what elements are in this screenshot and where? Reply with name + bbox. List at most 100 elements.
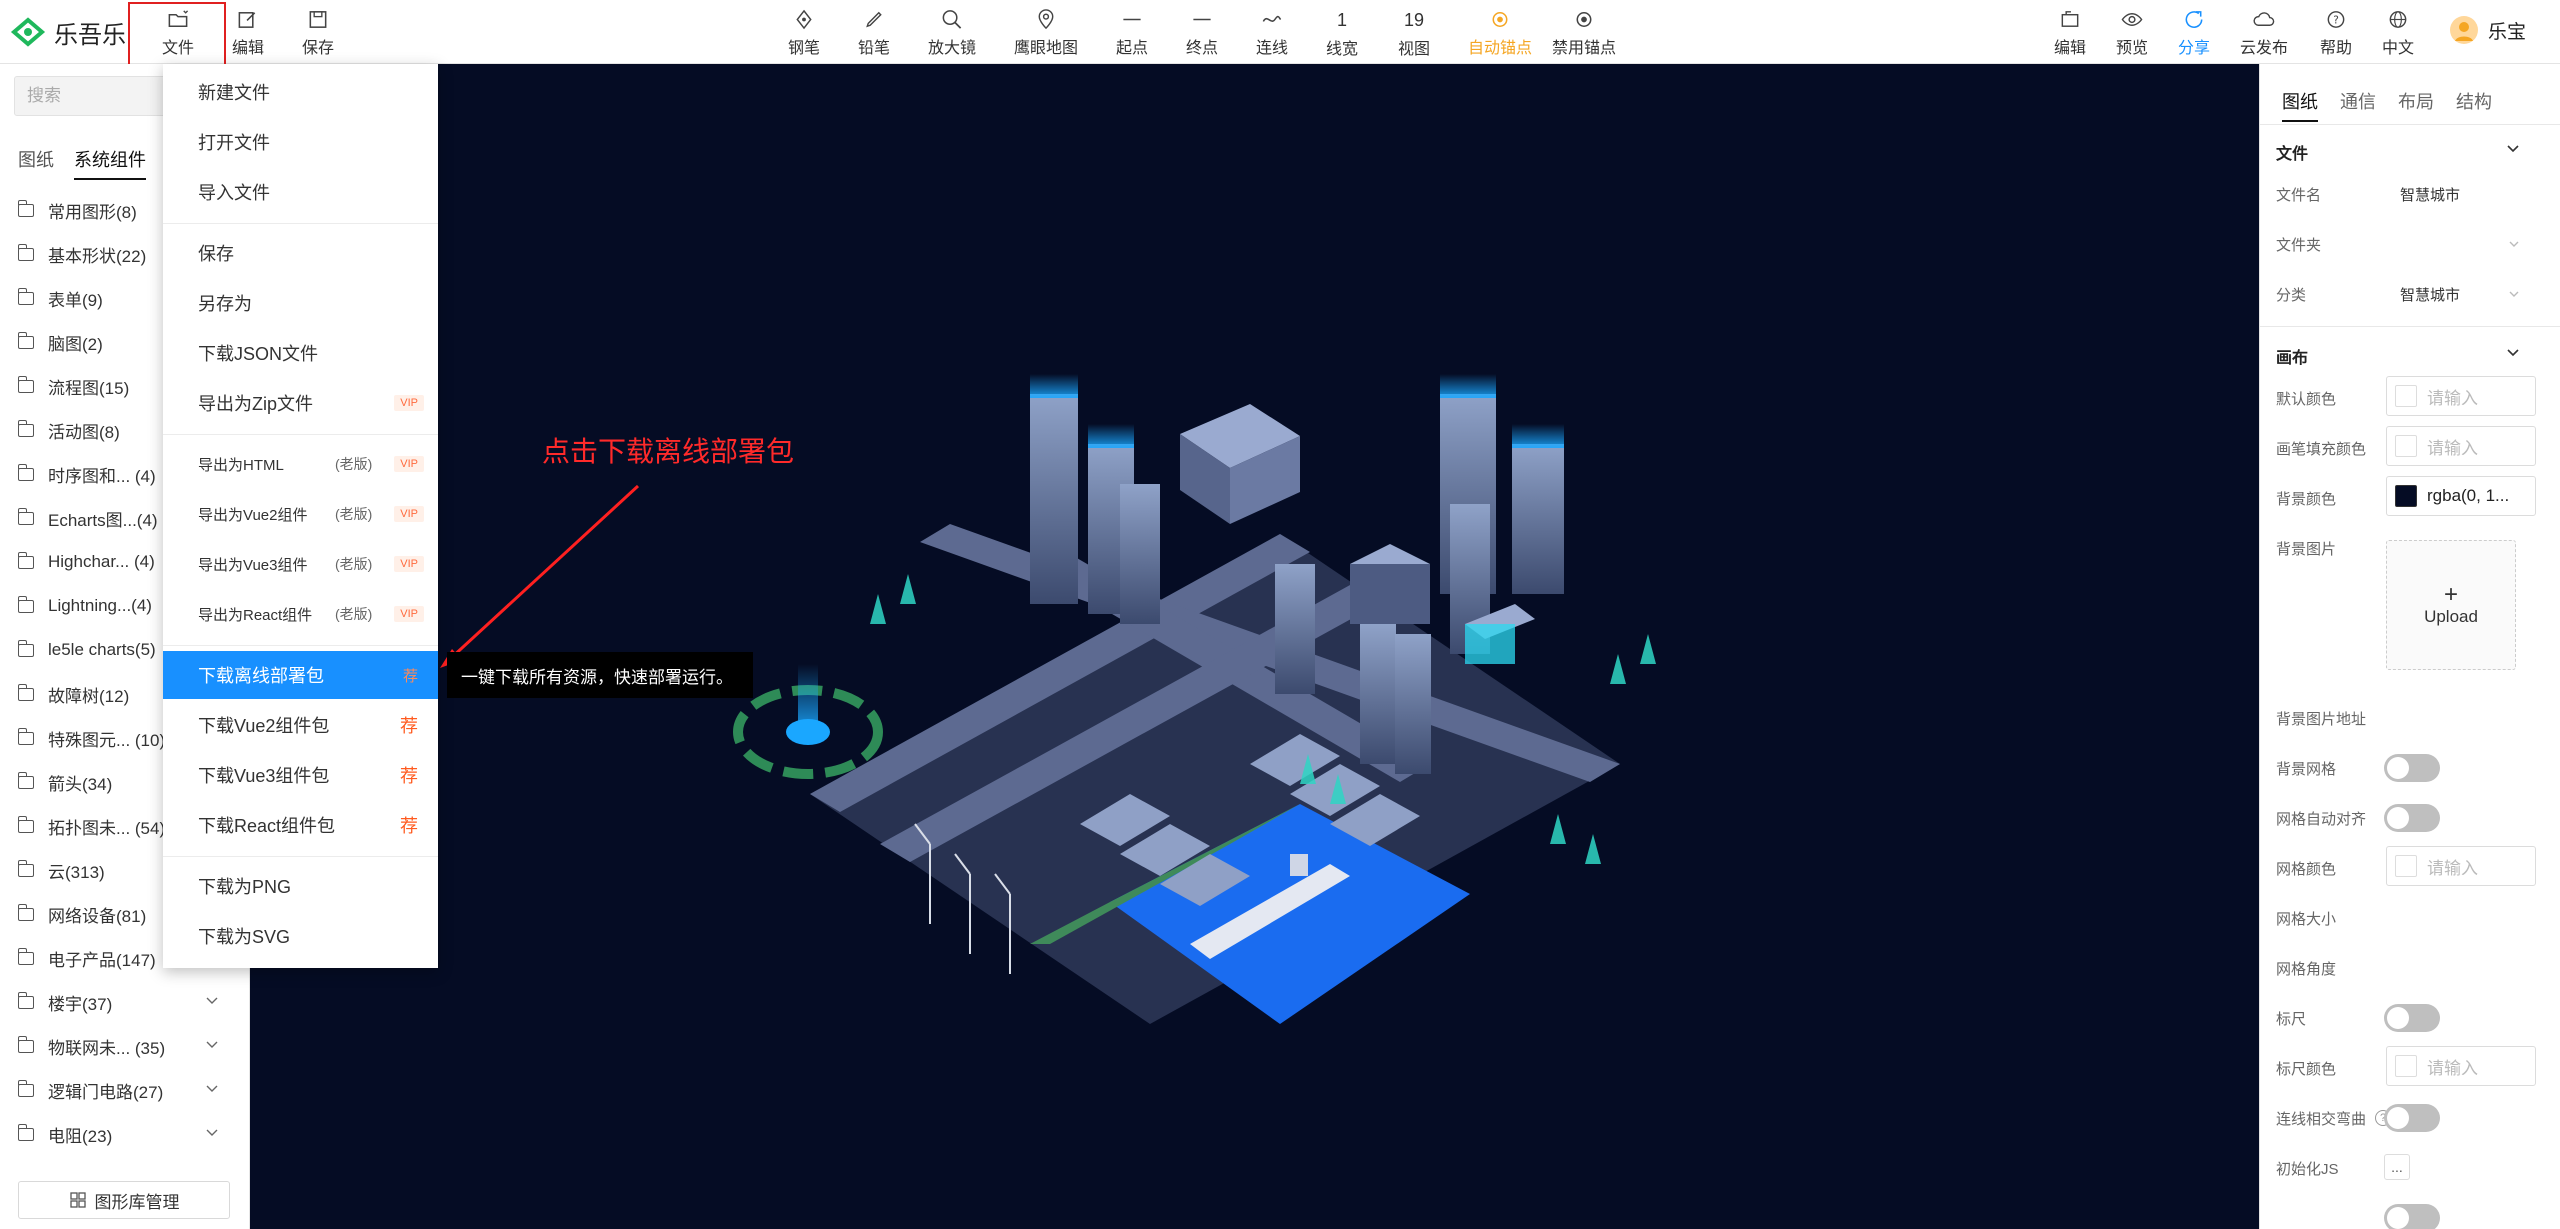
file-menu-item[interactable]: 导入文件	[163, 168, 438, 216]
default-color-input[interactable]: 请输入	[2386, 376, 2536, 416]
line-start-button[interactable]: 起点	[1100, 8, 1164, 58]
file-menu-item[interactable]: 导出为Vue3组件 (老版) VIP	[163, 540, 438, 588]
file-menu-item[interactable]: 下载离线部署包荐	[163, 651, 438, 699]
category-select-chevron-icon[interactable]	[2508, 288, 2520, 300]
folder-icon	[17, 287, 34, 305]
anchor-icon	[1492, 12, 1508, 27]
preview-button[interactable]: 预览	[2100, 8, 2164, 58]
file-menu-item[interactable]: 新建文件	[163, 68, 438, 116]
file-menu-item[interactable]: 导出为React组件 (老版) VIP	[163, 590, 438, 638]
filename-label: 文件名	[2276, 187, 2322, 204]
edit-mode-button[interactable]: 编辑	[2038, 8, 2102, 58]
tab-system-components[interactable]: 系统组件	[74, 146, 146, 180]
folder-icon	[17, 419, 34, 437]
drawing-canvas[interactable]: 点击下载离线部署包	[250, 64, 2259, 1229]
folder-icon	[17, 463, 34, 481]
bg-grid-toggle[interactable]	[2384, 754, 2440, 782]
minimap-button[interactable]: 鹰眼地图	[1014, 8, 1078, 58]
bg-color-label: 背景颜色	[2276, 491, 2337, 508]
file-menu-item[interactable]: 下载JSON文件	[163, 329, 438, 377]
file-menu-item[interactable]: 打开文件	[163, 118, 438, 166]
grid-size-label: 网格大小	[2276, 911, 2337, 928]
magnifier-icon	[942, 10, 962, 29]
edit-button[interactable]: 编辑	[216, 8, 280, 58]
tab-drawing[interactable]: 图纸	[2282, 88, 2318, 122]
help-icon: ?	[2327, 11, 2345, 28]
chevron-down-icon[interactable]	[206, 1126, 218, 1138]
save-button[interactable]: 保存	[286, 8, 350, 58]
folder-icon	[17, 991, 34, 1009]
file-menu-item[interactable]: 下载为PNG	[163, 862, 438, 910]
bg-image-upload[interactable]: + Upload	[2386, 540, 2516, 670]
tab-communication[interactable]: 通信	[2340, 88, 2376, 122]
file-menu-item[interactable]: 下载Vue2组件包荐	[163, 701, 438, 749]
file-section-title[interactable]: 文件	[2276, 140, 2308, 164]
pencil-icon	[866, 11, 882, 28]
pencil-tool-button[interactable]: 铅笔	[842, 8, 906, 58]
category-item[interactable]: 楼宇(37)	[0, 980, 250, 1024]
bg-color-input[interactable]: rgba(0, 1...	[2386, 476, 2536, 516]
chevron-down-icon[interactable]	[2506, 142, 2520, 156]
chevron-down-icon[interactable]	[206, 994, 218, 1006]
line-width-button[interactable]: 1 线宽	[1310, 8, 1374, 58]
file-menu-item[interactable]: 另存为	[163, 279, 438, 327]
file-menu-item[interactable]: 下载Vue3组件包荐	[163, 751, 438, 799]
share-button[interactable]: 分享	[2162, 8, 2226, 58]
file-menu-item[interactable]: 导出为Vue2组件 (老版) VIP	[163, 490, 438, 538]
canvas-section-title[interactable]: 画布	[2276, 344, 2308, 368]
category-item[interactable]: 电阻(23)	[0, 1112, 250, 1156]
file-menu-item[interactable]: 下载为SVG	[163, 912, 438, 960]
pen-fill-color-input[interactable]: 请输入	[2386, 426, 2536, 466]
chevron-down-icon[interactable]	[206, 1038, 218, 1050]
folder-icon	[17, 331, 34, 349]
language-button[interactable]: 中文	[2366, 8, 2430, 58]
save-icon	[309, 11, 327, 28]
folder-select-chevron-icon[interactable]	[2508, 238, 2520, 250]
category-select[interactable]: 智慧城市	[2400, 284, 2460, 305]
app-logo[interactable]: 乐吾乐	[10, 14, 126, 50]
edit-icon	[238, 12, 256, 28]
magnifier-button[interactable]: 放大镜	[920, 8, 984, 58]
ruler-color-input[interactable]: 请输入	[2386, 1046, 2536, 1086]
extra-toggle[interactable]	[2384, 1204, 2440, 1229]
file-menu-item[interactable]: 保存	[163, 229, 438, 277]
category-item[interactable]: 物联网未... (35)	[0, 1024, 250, 1068]
default-color-label: 默认颜色	[2276, 391, 2337, 408]
line-cross-toggle[interactable]	[2384, 1104, 2440, 1132]
init-js-edit-button[interactable]: ...	[2384, 1154, 2410, 1180]
file-button[interactable]: 文件	[146, 8, 210, 58]
tab-layout[interactable]: 布局	[2398, 88, 2434, 122]
library-manage-button[interactable]: 图形库管理	[18, 1181, 230, 1219]
tab-structure[interactable]: 结构	[2456, 88, 2492, 122]
line-end-button[interactable]: 终点	[1170, 8, 1234, 58]
user-menu[interactable]: 乐宝	[2450, 16, 2526, 44]
folder-icon	[17, 903, 34, 921]
vip-badge: VIP	[394, 395, 424, 411]
file-menu-item[interactable]: 导出为HTML (老版) VIP	[163, 440, 438, 488]
filename-input[interactable]: 智慧城市	[2400, 184, 2460, 205]
recommend-mark: 荐	[400, 766, 418, 786]
line-width-value: 1	[1336, 10, 1347, 30]
view-zoom-button[interactable]: 19 视图	[1382, 8, 1446, 58]
chevron-down-icon[interactable]	[206, 1082, 218, 1094]
folder-icon	[17, 683, 34, 701]
cloud-publish-button[interactable]: 云发布	[2232, 8, 2296, 58]
vip-badge: VIP	[394, 456, 424, 472]
file-menu-item[interactable]: 下载React组件包荐	[163, 801, 438, 849]
grid-color-input[interactable]: 请输入	[2386, 846, 2536, 886]
disable-anchor-button[interactable]: 禁用锚点	[1552, 8, 1616, 58]
folder-icon	[17, 1035, 34, 1053]
grid-snap-toggle[interactable]	[2384, 804, 2440, 832]
logo-icon	[10, 17, 46, 47]
ruler-toggle[interactable]	[2384, 1004, 2440, 1032]
chevron-down-icon[interactable]	[2506, 346, 2520, 360]
folder-label: 文件夹	[2276, 237, 2322, 254]
auto-anchor-button[interactable]: 自动锚点	[1468, 8, 1532, 58]
pen-tool-button[interactable]: 钢笔	[772, 8, 836, 58]
category-item[interactable]: 逻辑门电路(27)	[0, 1068, 250, 1112]
folder-icon	[17, 375, 34, 393]
tab-drawings[interactable]: 图纸	[18, 146, 54, 180]
connect-line-button[interactable]: 连线	[1240, 8, 1304, 58]
help-button[interactable]: ? 帮助	[2304, 8, 2368, 58]
file-menu-item[interactable]: 导出为Zip文件 VIP	[163, 379, 438, 427]
